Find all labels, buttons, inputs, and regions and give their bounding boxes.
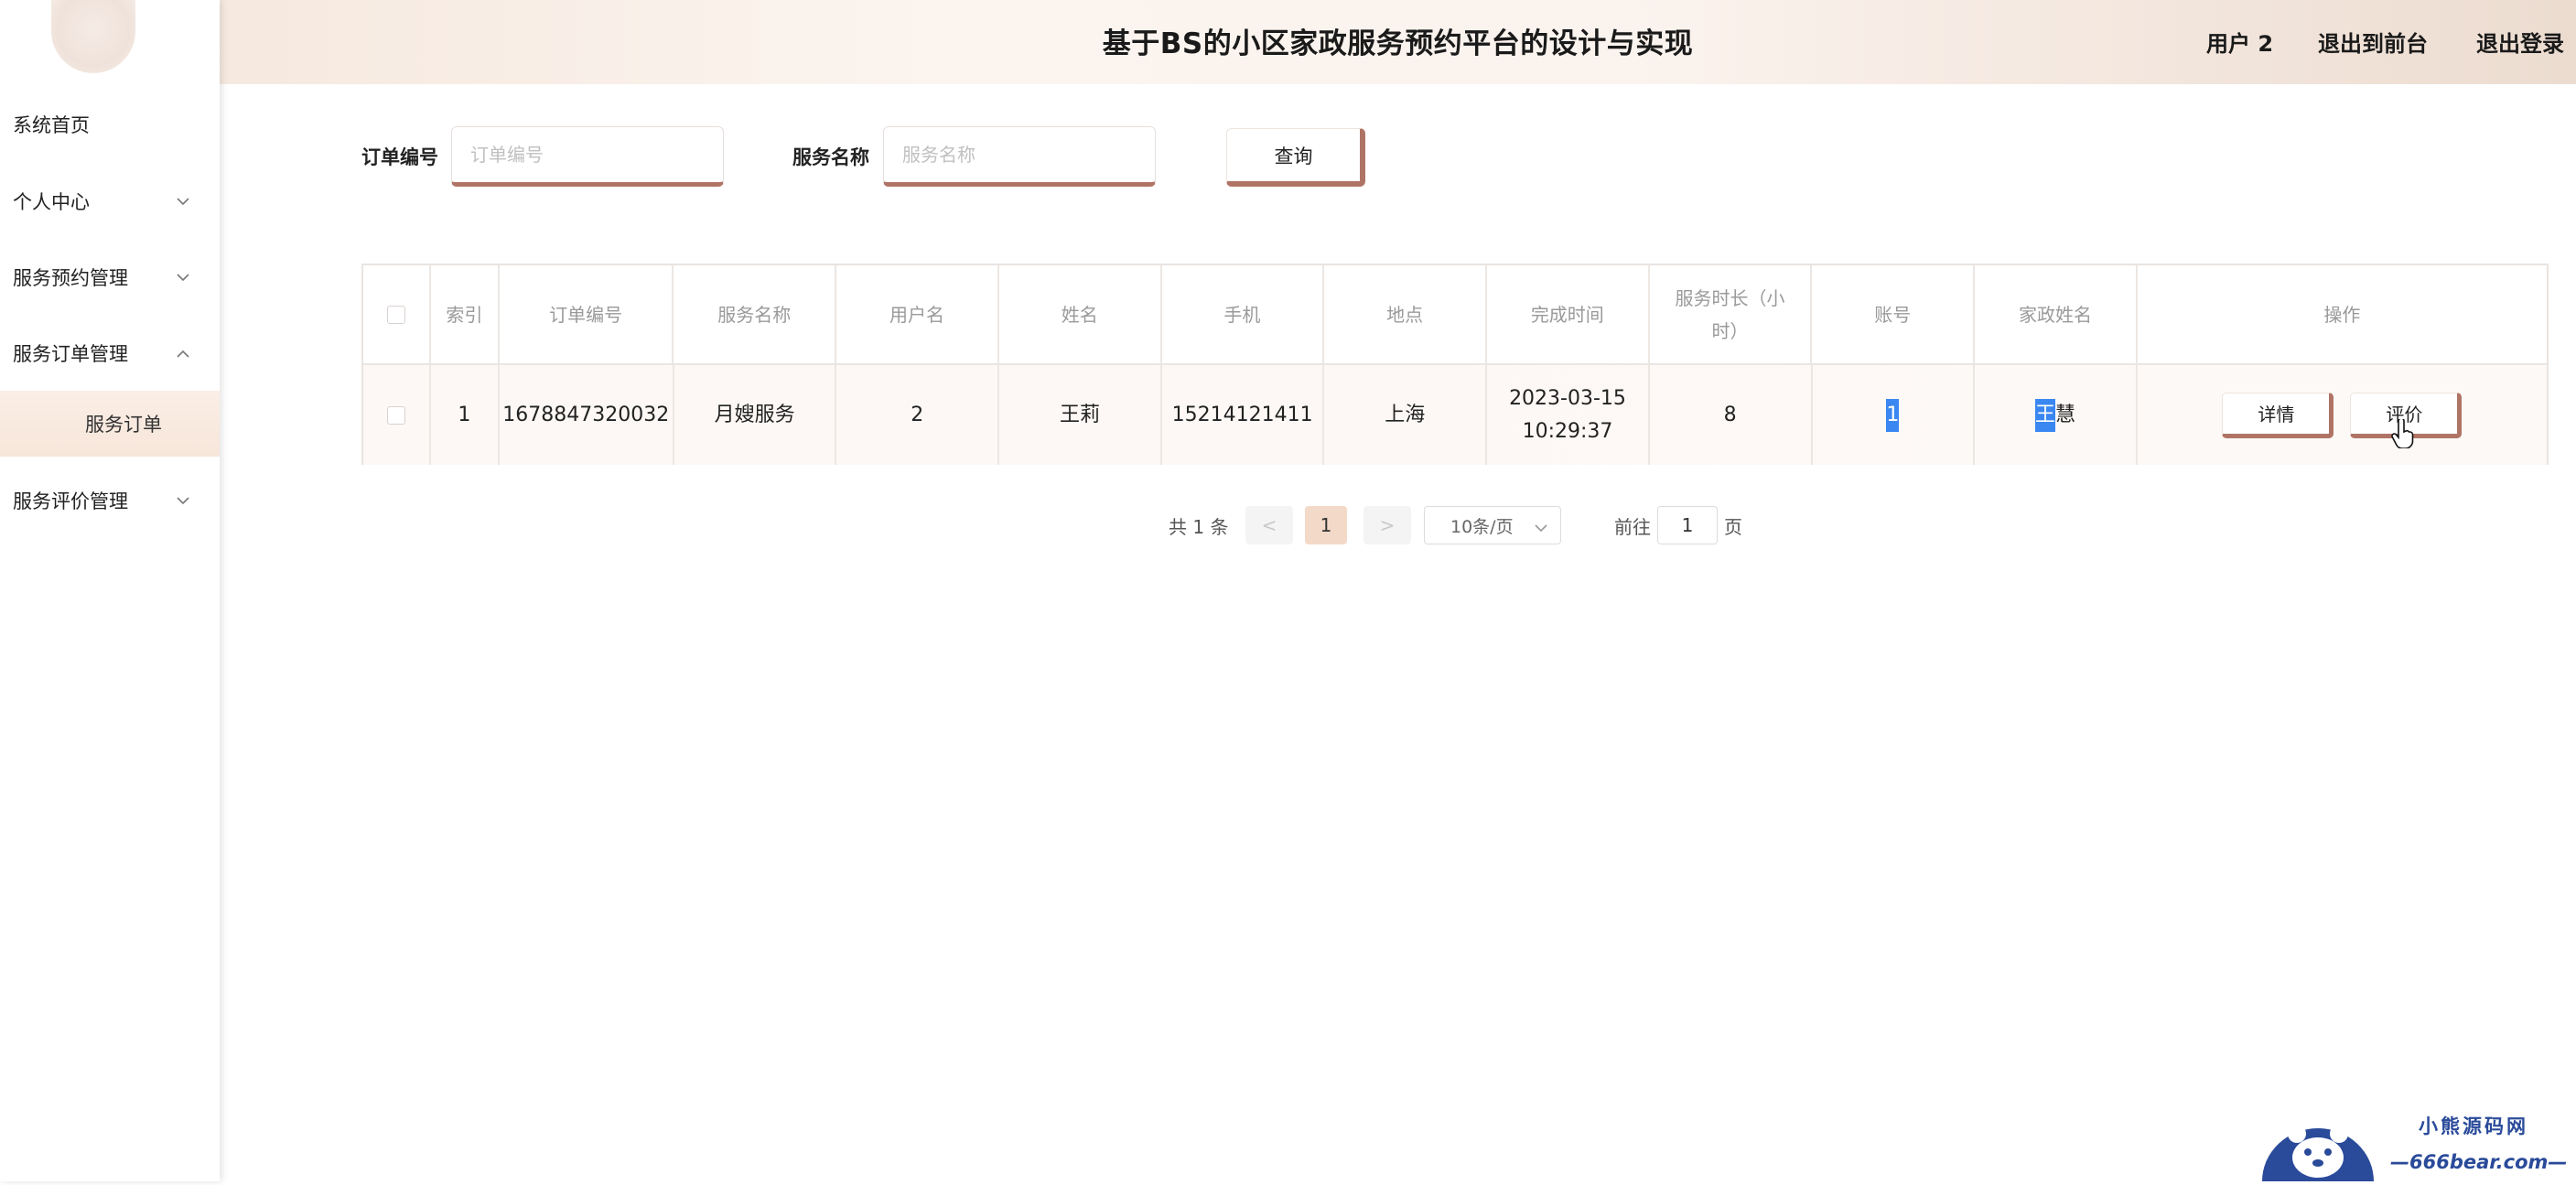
page-size-value: 10条/页 xyxy=(1450,516,1514,537)
cell-name: 王莉 xyxy=(999,365,1162,465)
cell-duration: 8 xyxy=(1650,365,1813,465)
pagination-next-button[interactable]: > xyxy=(1363,506,1411,544)
column-header: 用户名 xyxy=(836,265,999,363)
sidebar-item-order-management[interactable]: 服务订单管理 xyxy=(0,328,220,379)
cell-account-value: 1 xyxy=(1886,398,1900,432)
pagination-goto-input[interactable] xyxy=(1657,506,1718,544)
watermark-title: 小熊源码网 xyxy=(2419,1115,2528,1137)
cell-order-no: 1678847320032 xyxy=(500,365,674,465)
select-all-checkbox[interactable] xyxy=(386,305,405,324)
table-row: 1 1678847320032 月嫂服务 2 王莉 15214121411 上海… xyxy=(363,365,2547,465)
back-to-front-link[interactable]: 退出到前台 xyxy=(2318,26,2428,58)
column-header: 账号 xyxy=(1812,265,1976,363)
pagination-goto-label: 前往 xyxy=(1614,516,1651,538)
cell-housekeeper-first: 王 xyxy=(2035,398,2056,432)
column-header: 服务名称 xyxy=(674,265,837,363)
service-name-input[interactable] xyxy=(883,126,1156,187)
column-header: 完成时间 xyxy=(1487,265,1650,363)
column-header: 手机 xyxy=(1162,265,1325,363)
logout-link[interactable]: 退出登录 xyxy=(2476,26,2564,58)
cell-account: 1 xyxy=(1813,365,1976,465)
pagination-page-suffix: 页 xyxy=(1724,516,1742,538)
avatar xyxy=(51,0,135,73)
column-header: 服务时长（小时） xyxy=(1650,265,1813,363)
sidebar-item-booking-management[interactable]: 服务预约管理 xyxy=(0,252,220,303)
sidebar-subitem-label: 服务订单 xyxy=(85,414,162,436)
cell-phone: 15214121411 xyxy=(1162,365,1325,465)
column-header: 索引 xyxy=(431,265,500,363)
sidebar-item-label: 个人中心 xyxy=(13,191,90,213)
table-header: 索引 订单编号 服务名称 用户名 姓名 手机 地点 完成时间 服务时长（小时） … xyxy=(363,265,2547,365)
pagination-page-1[interactable]: 1 xyxy=(1305,506,1347,544)
column-header: 地点 xyxy=(1324,265,1487,363)
query-button[interactable]: 查询 xyxy=(1226,128,1365,187)
cell-housekeeper: 王慧 xyxy=(1975,365,2138,465)
sidebar-item-personal-center[interactable]: 个人中心 xyxy=(0,176,220,227)
row-checkbox[interactable] xyxy=(386,405,405,425)
cell-location: 上海 xyxy=(1324,365,1488,465)
column-header: 姓名 xyxy=(999,265,1162,363)
hand-cursor-icon xyxy=(2391,416,2415,453)
sidebar: 系统首页 个人中心 服务预约管理 服务订单管理 服务订单 服务评价管理 xyxy=(0,0,220,1181)
cell-housekeeper-rest: 慧 xyxy=(2055,403,2076,426)
sidebar-item-label: 服务预约管理 xyxy=(13,267,128,289)
page-size-select[interactable]: 10条/页 xyxy=(1424,506,1561,544)
chevron-down-icon xyxy=(1535,517,1547,537)
sidebar-item-review-management[interactable]: 服务评价管理 xyxy=(0,475,220,526)
pagination-total: 共 1 条 xyxy=(1169,516,1229,538)
bear-logo-icon xyxy=(2260,1103,2376,1181)
row-select-cell xyxy=(363,365,431,465)
service-name-label: 服务名称 xyxy=(792,146,869,168)
top-header: 基于BS的小区家政服务预约平台的设计与实现 用户 2 退出到前台 退出登录 xyxy=(220,0,2576,84)
chevron-down-icon xyxy=(174,491,192,510)
cell-username: 2 xyxy=(836,365,1000,465)
pagination-prev-button[interactable]: < xyxy=(1245,506,1293,544)
chevron-down-icon xyxy=(174,268,192,286)
chevron-down-icon xyxy=(174,192,192,210)
order-no-label: 订单编号 xyxy=(361,146,438,168)
order-no-input[interactable] xyxy=(451,126,724,187)
current-user: 用户 2 xyxy=(2206,31,2274,57)
detail-button[interactable]: 详情 xyxy=(2222,392,2334,438)
cell-service: 月嫂服务 xyxy=(674,365,837,465)
review-button[interactable]: 评价 xyxy=(2350,392,2463,449)
header-select-all xyxy=(363,265,431,363)
column-header: 操作 xyxy=(2323,303,2361,326)
chevron-up-icon xyxy=(174,344,192,362)
watermark-url: —666bear.com— xyxy=(2390,1151,2568,1173)
cell-finish-time: 2023-03-15 10:29:37 xyxy=(1487,365,1650,465)
column-header: 订单编号 xyxy=(500,265,674,363)
sidebar-item-label: 系统首页 xyxy=(13,114,90,136)
orders-table: 索引 订单编号 服务名称 用户名 姓名 手机 地点 完成时间 服务时长（小时） … xyxy=(361,264,2549,465)
sidebar-subitem-service-orders[interactable]: 服务订单 xyxy=(0,391,220,457)
cell-actions: 详情 评价 xyxy=(2138,365,2547,465)
column-header: 家政姓名 xyxy=(1975,265,2138,363)
sidebar-item-label: 服务评价管理 xyxy=(13,490,128,512)
sidebar-item-label: 服务订单管理 xyxy=(13,343,128,365)
cell-index: 1 xyxy=(431,365,500,465)
sidebar-item-home[interactable]: 系统首页 xyxy=(0,99,220,150)
